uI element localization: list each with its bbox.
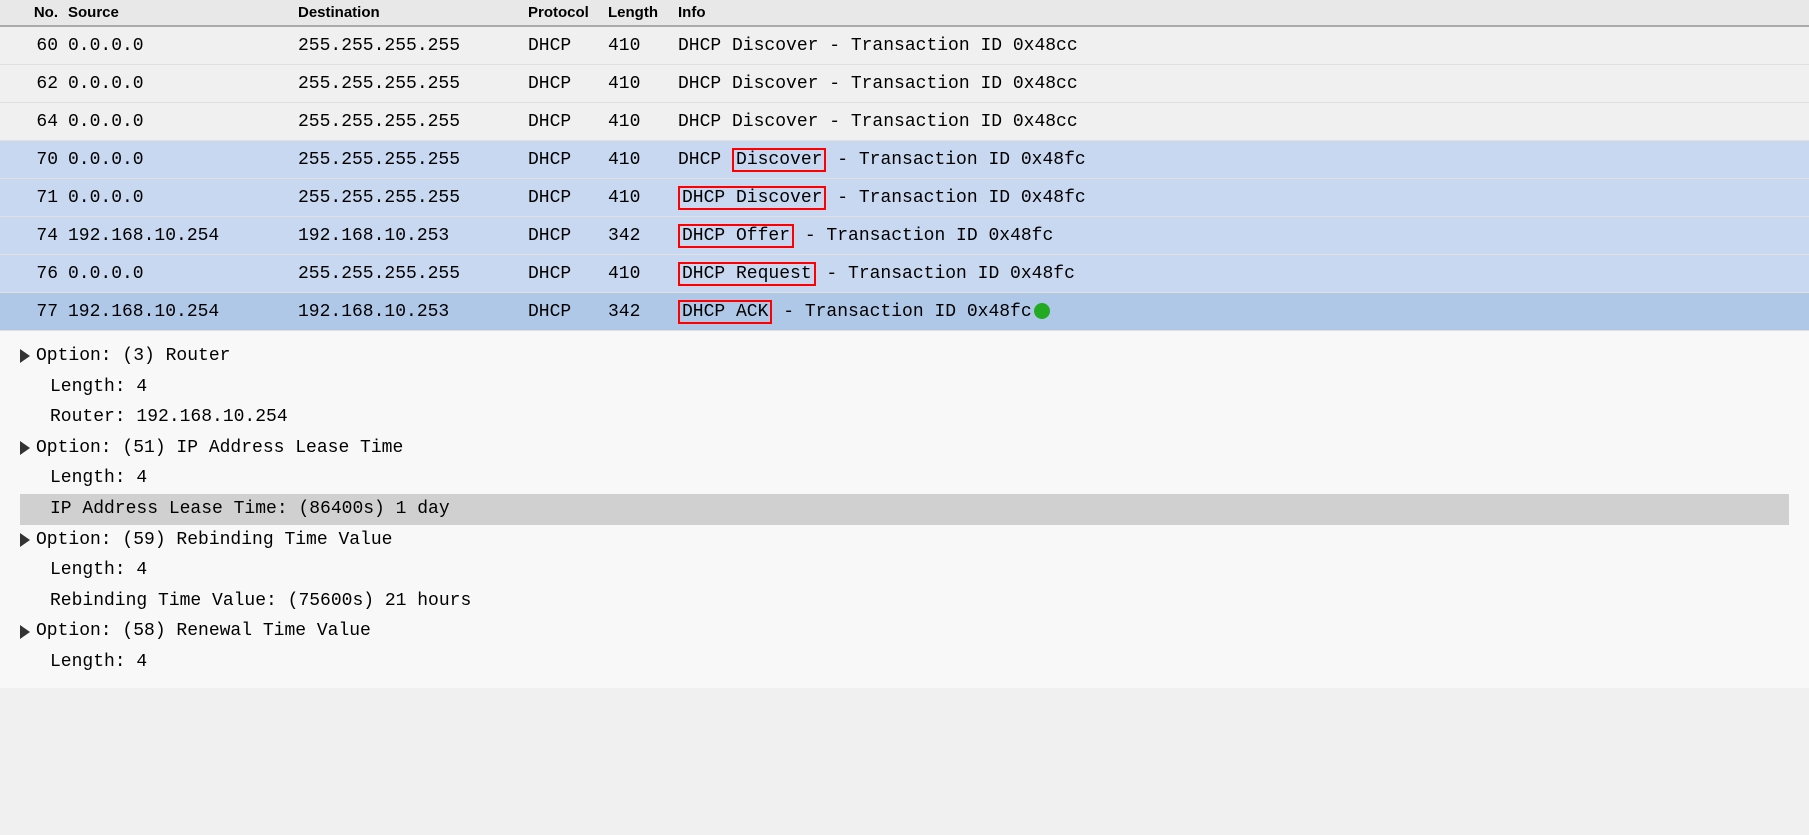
header-no: No.: [8, 4, 68, 21]
packet-row[interactable]: 620.0.0.0255.255.255.255DHCP410DHCP Disc…: [0, 65, 1809, 103]
packet-source: 192.168.10.254: [68, 302, 298, 322]
packet-row[interactable]: 710.0.0.0255.255.255.255DHCP410DHCP Disc…: [0, 179, 1809, 217]
red-box-info: Discover: [732, 148, 826, 172]
detail-section-header[interactable]: Option: (3) Router: [20, 341, 1789, 372]
packet-source: 0.0.0.0: [68, 74, 298, 94]
packet-destination: 255.255.255.255: [298, 74, 528, 94]
red-box-info: DHCP Request: [678, 262, 816, 286]
packet-length: 342: [608, 302, 678, 322]
packet-no: 71: [8, 188, 68, 208]
red-box-info: DHCP Offer: [678, 224, 794, 248]
packet-row[interactable]: 700.0.0.0255.255.255.255DHCP410DHCP Disc…: [0, 141, 1809, 179]
packet-source: 0.0.0.0: [68, 150, 298, 170]
packet-destination: 192.168.10.253: [298, 302, 528, 322]
packet-info: DHCP Discover - Transaction ID 0x48fc: [678, 150, 1801, 170]
packet-row[interactable]: 77192.168.10.254192.168.10.253DHCP342DHC…: [0, 293, 1809, 331]
packet-protocol: DHCP: [528, 74, 608, 94]
detail-section-header[interactable]: Option: (51) IP Address Lease Time: [20, 433, 1789, 464]
packet-row[interactable]: 74192.168.10.254192.168.10.253DHCP342DHC…: [0, 217, 1809, 255]
packet-destination: 255.255.255.255: [298, 112, 528, 132]
packet-protocol: DHCP: [528, 264, 608, 284]
detail-section-header[interactable]: Option: (58) Renewal Time Value: [20, 616, 1789, 647]
packet-length: 342: [608, 226, 678, 246]
packet-no: 76: [8, 264, 68, 284]
packet-info: DHCP Discover - Transaction ID 0x48cc: [678, 74, 1801, 94]
header-source: Source: [68, 4, 298, 21]
expand-icon: [20, 349, 30, 363]
packet-list-header: No. Source Destination Protocol Length I…: [0, 0, 1809, 27]
expand-icon: [20, 533, 30, 547]
packet-source: 192.168.10.254: [68, 226, 298, 246]
packet-protocol: DHCP: [528, 302, 608, 322]
packet-no: 64: [8, 112, 68, 132]
packet-length: 410: [608, 264, 678, 284]
detail-field: Length: 4: [20, 647, 1789, 678]
header-length: Length: [608, 4, 678, 21]
packet-row[interactable]: 760.0.0.0255.255.255.255DHCP410DHCP Requ…: [0, 255, 1809, 293]
header-info: Info: [678, 4, 1801, 21]
header-protocol: Protocol: [528, 4, 608, 21]
packet-length: 410: [608, 36, 678, 56]
packet-info: DHCP Discover - Transaction ID 0x48fc: [678, 188, 1801, 208]
packet-length: 410: [608, 112, 678, 132]
packet-length: 410: [608, 74, 678, 94]
packet-protocol: DHCP: [528, 150, 608, 170]
packet-length: 410: [608, 188, 678, 208]
section-title: Option: (3) Router: [36, 341, 230, 372]
expand-icon: [20, 625, 30, 639]
packet-no: 77: [8, 302, 68, 322]
detail-panel: Option: (3) Router Length: 4 Router: 192…: [0, 331, 1809, 688]
red-box-info: DHCP Discover: [678, 186, 826, 210]
packet-row[interactable]: 640.0.0.0255.255.255.255DHCP410DHCP Disc…: [0, 103, 1809, 141]
detail-field: IP Address Lease Time: (86400s) 1 day: [20, 494, 1789, 525]
packet-no: 74: [8, 226, 68, 246]
mouse-cursor: [1034, 303, 1050, 319]
packet-no: 60: [8, 36, 68, 56]
packet-no: 62: [8, 74, 68, 94]
packet-destination: 255.255.255.255: [298, 36, 528, 56]
packet-destination: 255.255.255.255: [298, 264, 528, 284]
packet-info: DHCP Discover - Transaction ID 0x48cc: [678, 112, 1801, 132]
header-destination: Destination: [298, 4, 528, 21]
section-title: Option: (59) Rebinding Time Value: [36, 525, 392, 556]
packet-rows: 600.0.0.0255.255.255.255DHCP410DHCP Disc…: [0, 27, 1809, 331]
detail-field: Rebinding Time Value: (75600s) 21 hours: [20, 586, 1789, 617]
packet-row[interactable]: 600.0.0.0255.255.255.255DHCP410DHCP Disc…: [0, 27, 1809, 65]
packet-source: 0.0.0.0: [68, 36, 298, 56]
packet-info: DHCP Offer - Transaction ID 0x48fc: [678, 226, 1801, 246]
packet-source: 0.0.0.0: [68, 112, 298, 132]
section-title: Option: (51) IP Address Lease Time: [36, 433, 403, 464]
packet-list-container: No. Source Destination Protocol Length I…: [0, 0, 1809, 331]
packet-source: 0.0.0.0: [68, 264, 298, 284]
packet-source: 0.0.0.0: [68, 188, 298, 208]
packet-info: DHCP Discover - Transaction ID 0x48cc: [678, 36, 1801, 56]
expand-icon: [20, 441, 30, 455]
detail-field: Length: 4: [20, 372, 1789, 403]
detail-field: Length: 4: [20, 555, 1789, 586]
packet-info: DHCP ACK - Transaction ID 0x48fc: [678, 302, 1801, 322]
packet-info: DHCP Request - Transaction ID 0x48fc: [678, 264, 1801, 284]
packet-protocol: DHCP: [528, 112, 608, 132]
red-box-info: DHCP ACK: [678, 300, 772, 324]
detail-section-header[interactable]: Option: (59) Rebinding Time Value: [20, 525, 1789, 556]
detail-field: Length: 4: [20, 463, 1789, 494]
packet-no: 70: [8, 150, 68, 170]
detail-field: Router: 192.168.10.254: [20, 402, 1789, 433]
packet-length: 410: [608, 150, 678, 170]
packet-destination: 255.255.255.255: [298, 150, 528, 170]
section-title: Option: (58) Renewal Time Value: [36, 616, 371, 647]
packet-destination: 255.255.255.255: [298, 188, 528, 208]
packet-protocol: DHCP: [528, 226, 608, 246]
packet-destination: 192.168.10.253: [298, 226, 528, 246]
packet-protocol: DHCP: [528, 36, 608, 56]
packet-protocol: DHCP: [528, 188, 608, 208]
